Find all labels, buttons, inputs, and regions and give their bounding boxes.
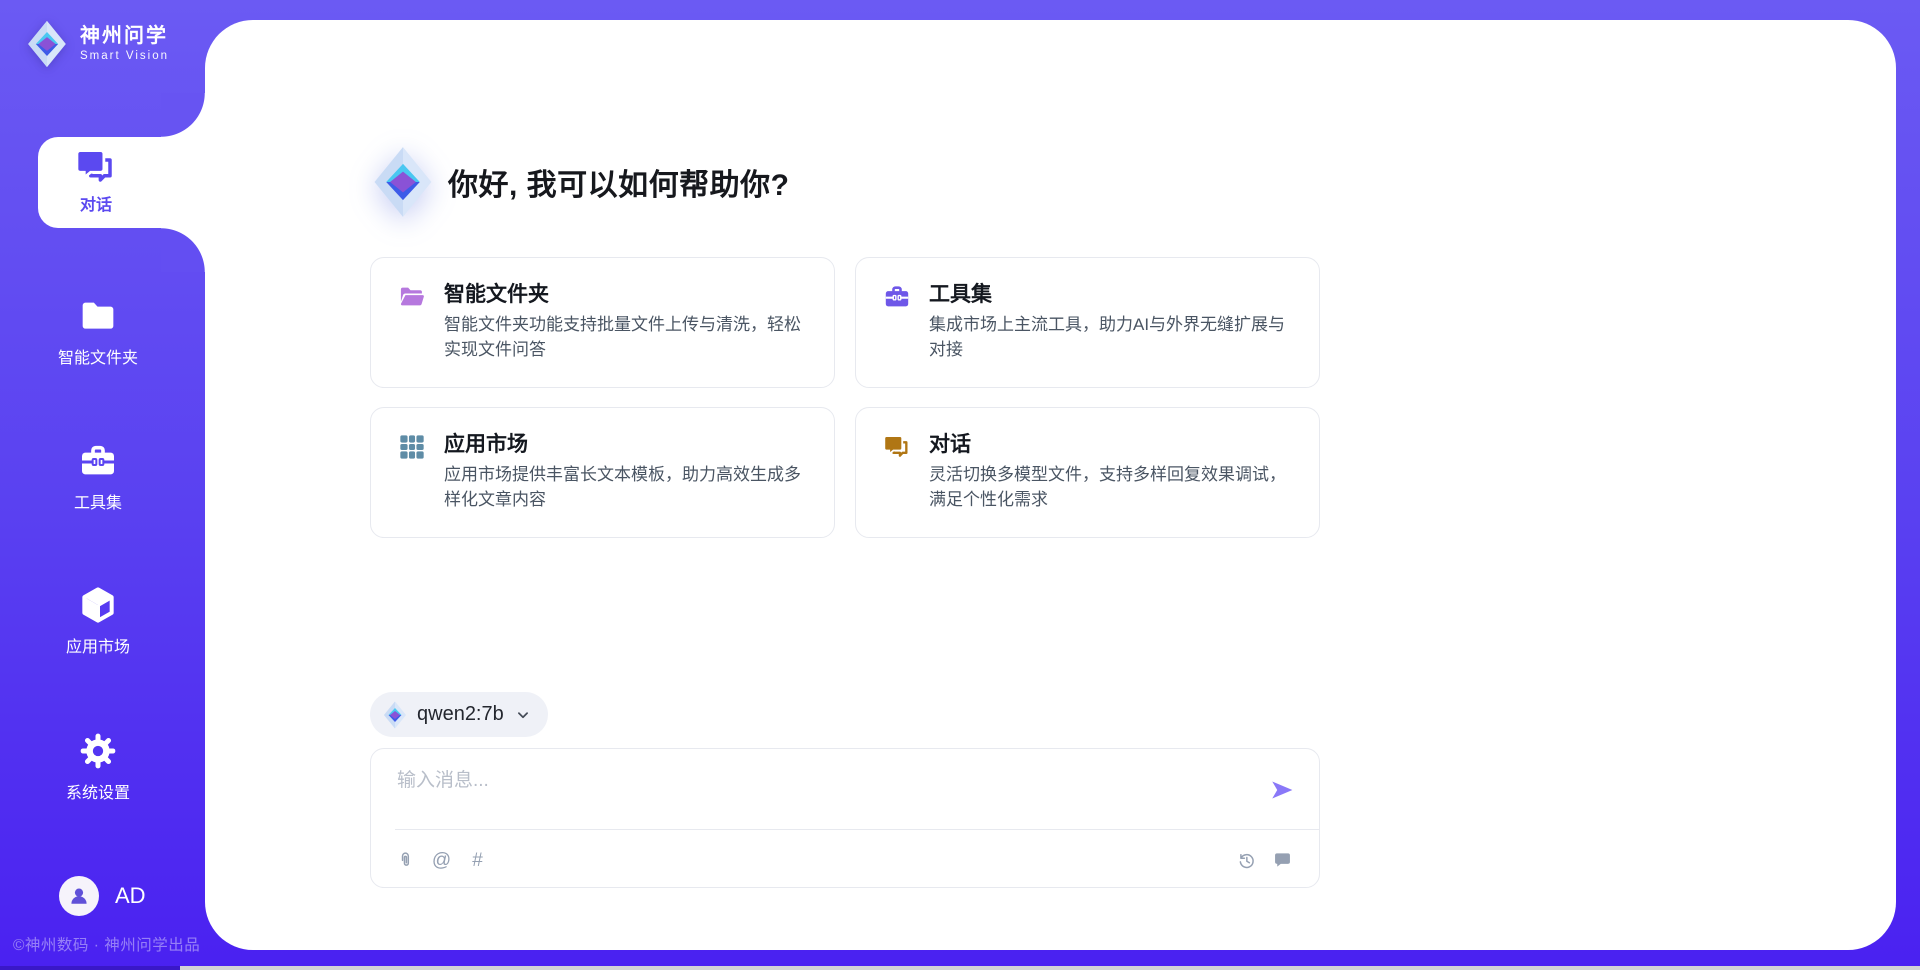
sidebar-item-label: 工具集: [74, 489, 122, 513]
feature-cards: 智能文件夹 智能文件夹功能支持批量文件上传与清洗，轻松实现文件问答 工具集 集成…: [370, 257, 1320, 538]
person-icon: [67, 884, 91, 908]
briefcase-icon: [883, 283, 911, 311]
composer-divider: [395, 829, 1319, 830]
attachment-icon: [395, 850, 416, 871]
attachment-button[interactable]: [395, 850, 416, 871]
sidebar-item-label: 应用市场: [66, 633, 130, 657]
sidebar-item-app-market[interactable]: 应用市场: [0, 585, 196, 657]
sidebar-item-label: 对话: [80, 191, 112, 215]
message-icon: [1272, 850, 1293, 871]
app-window: 神州问学 Smart Vision 对话 智能文件夹 工具集 应用市场: [0, 0, 1920, 970]
grid-icon: [398, 433, 426, 461]
copyright-text: ©神州数码 · 神州问学出品: [13, 933, 200, 955]
diamond-logo-icon: [372, 143, 434, 221]
briefcase-icon: [78, 441, 118, 481]
chevron-down-icon: [514, 706, 532, 724]
card-title: 智能文件夹: [444, 278, 549, 308]
card-title: 应用市场: [444, 428, 528, 458]
card-app-market[interactable]: 应用市场 应用市场提供丰富长文本模板，助力高效生成多样化文章内容: [370, 407, 835, 538]
message-mode-button[interactable]: [1272, 850, 1293, 871]
card-title: 对话: [929, 428, 971, 458]
card-description: 集成市场上主流工具，助力AI与外界无缝扩展与对接: [929, 312, 1293, 362]
cube-icon: [78, 585, 118, 625]
sidebar-item-chat[interactable]: 对话: [38, 137, 205, 228]
card-description: 智能文件夹功能支持批量文件上传与清洗，轻松实现文件问答: [444, 312, 808, 362]
greeting-row: 你好, 我可以如何帮助你?: [372, 140, 790, 224]
card-description: 应用市场提供丰富长文本模板，助力高效生成多样化文章内容: [444, 462, 808, 512]
folder-icon: [78, 296, 118, 336]
card-title: 工具集: [929, 278, 992, 308]
card-description: 灵活切换多模型文件，支持多样回复效果调试，满足个性化需求: [929, 462, 1293, 512]
chat-icon: [75, 146, 117, 188]
app-title: 神州问学: [80, 25, 169, 47]
greeting-text: 你好, 我可以如何帮助你?: [448, 160, 790, 204]
send-icon: [1269, 777, 1295, 803]
chat-icon: [883, 433, 911, 461]
hash-button[interactable]: #: [467, 850, 488, 871]
send-button[interactable]: [1269, 777, 1295, 803]
sidebar-item-settings[interactable]: 系统设置: [0, 731, 196, 803]
model-name: qwen2:7b: [417, 703, 504, 726]
folder-open-icon: [398, 283, 426, 311]
content-column: 你好, 我可以如何帮助你? 智能文件夹 智能文件夹功能支持批量文件上传与清洗，轻…: [370, 0, 1320, 930]
sidebar-item-smart-folder[interactable]: 智能文件夹: [0, 296, 196, 368]
app-subtitle: Smart Vision: [80, 50, 169, 63]
sidebar-item-label: 系统设置: [66, 779, 130, 803]
bottom-edge-dark: [0, 966, 180, 970]
message-input[interactable]: [395, 763, 1219, 799]
user-account[interactable]: AD: [59, 876, 146, 916]
sidebar-item-label: 智能文件夹: [58, 344, 138, 368]
card-chat[interactable]: 对话 灵活切换多模型文件，支持多样回复效果调试，满足个性化需求: [855, 407, 1320, 538]
sidebar-item-toolset[interactable]: 工具集: [0, 441, 196, 513]
tab-fillet-top: [161, 93, 205, 137]
sidebar: 神州问学 Smart Vision 对话 智能文件夹 工具集 应用市场: [0, 0, 205, 970]
diamond-logo-icon: [26, 20, 68, 68]
history-icon: [1236, 850, 1257, 871]
history-button[interactable]: [1236, 850, 1257, 871]
model-selector[interactable]: qwen2:7b: [370, 692, 548, 737]
brand-logo: 神州问学 Smart Vision: [26, 20, 169, 68]
card-smart-folder[interactable]: 智能文件夹 智能文件夹功能支持批量文件上传与清洗，轻松实现文件问答: [370, 257, 835, 388]
gear-icon: [78, 731, 118, 771]
card-toolset[interactable]: 工具集 集成市场上主流工具，助力AI与外界无缝扩展与对接: [855, 257, 1320, 388]
user-initials: AD: [115, 883, 146, 909]
avatar: [59, 876, 99, 916]
bottom-edge-scrollbar[interactable]: [180, 966, 1920, 970]
mention-button[interactable]: @: [431, 850, 452, 871]
diamond-logo-icon: [383, 701, 407, 729]
message-composer: @ #: [370, 748, 1320, 888]
tab-fillet-bottom: [161, 228, 205, 272]
